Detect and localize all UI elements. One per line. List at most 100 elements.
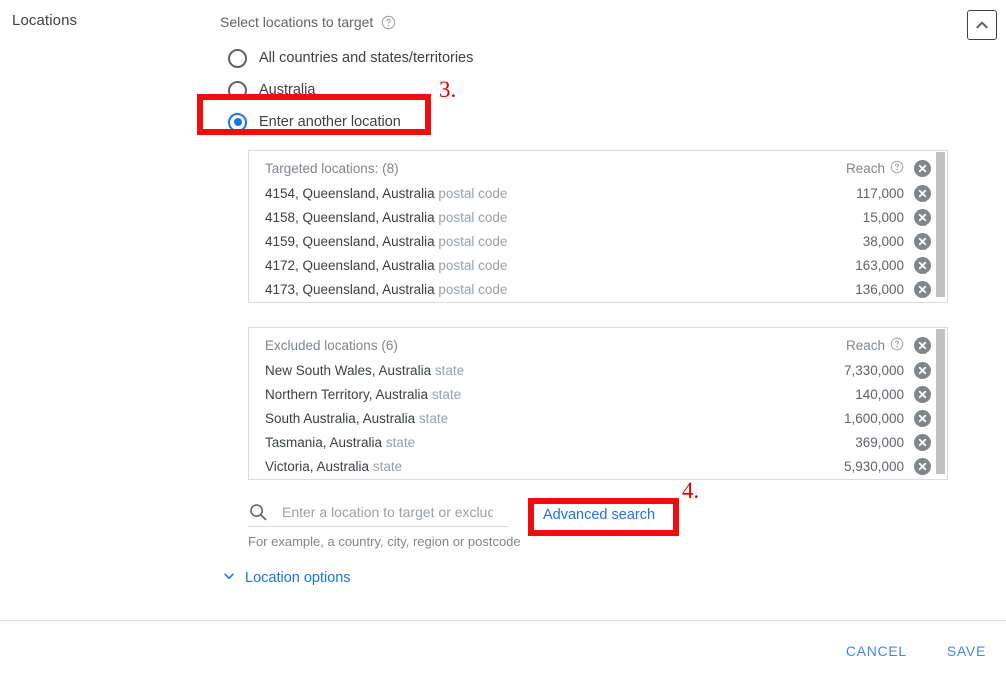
table-row[interactable]: 4158, Queensland, Australia postal code … — [249, 205, 947, 229]
remove-all-targeted-button[interactable] — [914, 159, 931, 177]
save-button[interactable]: SAVE — [941, 642, 992, 660]
radio-australia[interactable]: Australia — [220, 74, 950, 106]
location-qualifier: postal code — [438, 257, 508, 273]
targeted-reach-header: Reach — [846, 160, 904, 177]
table-row[interactable]: 4172, Queensland, Australia postal code … — [249, 253, 947, 277]
remove-circle-icon — [918, 414, 927, 422]
cancel-button[interactable]: CANCEL — [840, 642, 913, 660]
footer-actions: CANCEL SAVE — [0, 621, 1006, 681]
reach-label: Reach — [845, 160, 885, 176]
remove-location-button[interactable] — [914, 433, 931, 451]
search-hint-text: For example, a country, city, region or … — [248, 534, 521, 549]
targeted-header-label: Targeted locations: (8) — [265, 160, 399, 176]
remove-all-excluded-button[interactable] — [914, 336, 931, 354]
excluded-scrollbar[interactable] — [935, 329, 946, 478]
table-row[interactable]: Northern Territory, Australia state 140,… — [249, 382, 947, 406]
help-circle-icon[interactable] — [381, 15, 396, 30]
remove-location-button[interactable] — [914, 361, 931, 379]
location-reach: 369,000 — [855, 434, 904, 450]
reach-label: Reach — [845, 337, 885, 353]
remove-location-button[interactable] — [914, 208, 931, 226]
excluded-reach-header: Reach — [846, 337, 904, 354]
location-qualifier: postal code — [438, 281, 508, 297]
scrollbar-thumb[interactable] — [936, 329, 945, 474]
remove-circle-icon — [918, 462, 927, 470]
location-target-radio-group: All countries and states/territories Aus… — [220, 42, 950, 138]
remove-location-button[interactable] — [914, 280, 931, 298]
location-name: Tasmania, Australia state — [265, 434, 416, 450]
collapse-panel-button[interactable] — [967, 10, 997, 40]
table-row[interactable]: 4174, Queensland, Australia postal code … — [249, 301, 947, 302]
targeted-locations-panel: Targeted locations: (8) Reach 4154, Quee… — [248, 150, 948, 303]
location-name: 4158, Queensland, Australia postal code — [265, 209, 508, 225]
location-qualifier: postal code — [438, 185, 508, 201]
location-name: 4173, Queensland, Australia postal code — [265, 281, 508, 297]
radio-all-countries[interactable]: All countries and states/territories — [220, 42, 950, 74]
remove-circle-icon — [918, 261, 927, 269]
locations-form: Select locations to target All countries… — [220, 12, 950, 138]
location-qualifier: state — [372, 458, 403, 474]
location-qualifier: postal code — [438, 233, 508, 249]
excluded-locations-list: Excluded locations (6) Reach New South W… — [249, 328, 947, 479]
table-row[interactable]: 4173, Queensland, Australia postal code … — [249, 277, 947, 301]
radio-mark-icon — [228, 112, 247, 132]
field-title-row: Select locations to target — [220, 12, 950, 32]
radio-label: All countries and states/territories — [259, 50, 474, 66]
location-search-field[interactable] — [248, 497, 508, 527]
advanced-search-button[interactable]: Advanced search — [537, 504, 662, 526]
location-options-toggle[interactable]: Location options — [222, 569, 351, 587]
table-row[interactable]: Victoria, Australia state 5,930,000 — [249, 454, 947, 478]
location-reach: 140,000 — [855, 386, 904, 402]
targeted-scrollbar[interactable] — [935, 152, 946, 301]
scrollbar-thumb[interactable] — [936, 152, 945, 297]
location-lists: Targeted locations: (8) Reach 4154, Quee… — [248, 150, 948, 480]
page-title: Locations — [12, 12, 78, 29]
table-row[interactable]: 4159, Queensland, Australia postal code … — [249, 229, 947, 253]
radio-label: Australia — [259, 82, 316, 98]
search-icon — [248, 502, 268, 522]
location-qualifier: postal code — [438, 209, 508, 225]
location-reach: 7,330,000 — [843, 362, 904, 378]
table-row[interactable]: New South Wales, Australia state 7,330,0… — [249, 358, 947, 382]
location-reach: 163,000 — [855, 257, 904, 273]
remove-circle-icon — [918, 341, 927, 349]
locations-settings-panel: Locations Select locations to target All… — [0, 0, 1006, 681]
remove-circle-icon — [918, 213, 927, 221]
remove-location-button[interactable] — [914, 457, 931, 475]
help-circle-icon[interactable] — [890, 337, 904, 354]
location-reach: 15,000 — [862, 209, 904, 225]
location-qualifier: state — [434, 362, 465, 378]
field-title-label: Select locations to target — [220, 14, 374, 30]
table-row[interactable]: Western Australia, Australia state 1,870… — [249, 478, 947, 479]
excluded-header-row: Excluded locations (6) Reach — [249, 328, 947, 358]
location-reach: 1,600,000 — [843, 410, 904, 426]
location-reach: 5,930,000 — [843, 458, 904, 474]
location-qualifier: state — [418, 410, 449, 426]
excluded-locations-panel: Excluded locations (6) Reach New South W… — [248, 327, 948, 480]
location-reach: 117,000 — [856, 185, 904, 201]
location-qualifier: state — [431, 386, 462, 402]
remove-location-button[interactable] — [914, 409, 931, 427]
location-name: 4159, Queensland, Australia postal code — [265, 233, 508, 249]
remove-circle-icon — [918, 237, 927, 245]
remove-location-button[interactable] — [914, 184, 931, 202]
remove-circle-icon — [918, 285, 927, 293]
radio-enter-another-location[interactable]: Enter another location — [220, 106, 950, 138]
help-circle-icon[interactable] — [890, 160, 904, 177]
location-name: 4154, Queensland, Australia postal code — [265, 185, 508, 201]
remove-location-button[interactable] — [914, 256, 931, 274]
radio-label: Enter another location — [259, 114, 401, 130]
location-qualifier: state — [385, 434, 416, 450]
search-input[interactable] — [280, 502, 495, 521]
location-name: 4172, Queensland, Australia postal code — [265, 257, 508, 273]
location-options-label: Location options — [245, 570, 351, 586]
remove-location-button[interactable] — [914, 232, 931, 250]
remove-location-button[interactable] — [914, 385, 931, 403]
excluded-header-label: Excluded locations (6) — [265, 337, 398, 353]
table-row[interactable]: South Australia, Australia state 1,600,0… — [249, 406, 947, 430]
table-row[interactable]: 4154, Queensland, Australia postal code … — [249, 181, 947, 205]
remove-circle-icon — [918, 189, 927, 197]
table-row[interactable]: Tasmania, Australia state 369,000 — [249, 430, 947, 454]
chevron-down-icon — [222, 569, 236, 587]
targeted-header-row: Targeted locations: (8) Reach — [249, 151, 947, 181]
